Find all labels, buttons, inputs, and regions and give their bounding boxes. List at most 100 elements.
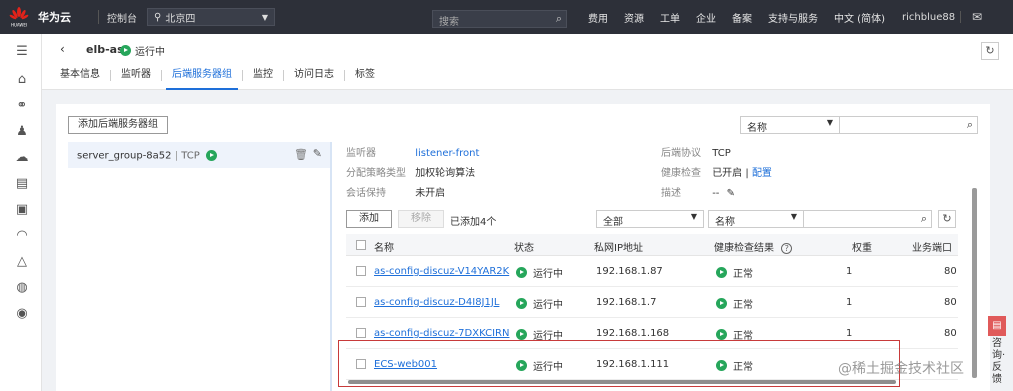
page-header: ‹ elb-as 运行中 ↻ 基本信息 监听器 后端服务器组 监控 访问日志 标… bbox=[42, 34, 1013, 90]
add-server-button[interactable]: 添加 bbox=[346, 210, 392, 228]
topbar-link-support[interactable]: 支持与服务 bbox=[760, 10, 826, 25]
health-config-link[interactable]: 配置 bbox=[752, 168, 772, 179]
add-backend-group-button[interactable]: 添加后端服务器组 bbox=[68, 116, 168, 134]
info-value: 加权轮询算法 bbox=[415, 168, 476, 179]
topbar-link-resource[interactable]: 资源 bbox=[616, 10, 652, 25]
globe-icon[interactable]: ◍ bbox=[14, 280, 30, 296]
storage-icon[interactable]: ▣ bbox=[14, 202, 30, 218]
remove-server-button[interactable]: 移除 bbox=[398, 210, 444, 228]
tab-access-logs[interactable]: 访问日志 bbox=[284, 68, 344, 90]
feedback-icon[interactable]: ▤ bbox=[988, 316, 1006, 336]
column-header-name[interactable]: 名称 bbox=[374, 239, 394, 254]
search-icon[interactable]: ⌕ bbox=[967, 118, 973, 132]
brand-logo[interactable]: HUAWEI 华为云 bbox=[0, 6, 90, 28]
info-key: 健康检查 bbox=[661, 168, 701, 179]
column-header-health-label: 健康检查结果 bbox=[714, 243, 774, 254]
server-name-link[interactable]: as-config-discuz-D4I8J1JL bbox=[374, 297, 499, 308]
server-ip: 192.168.1.7 bbox=[596, 297, 657, 308]
cloud-outline-icon[interactable]: ◠ bbox=[14, 228, 30, 244]
info-value: -- bbox=[712, 188, 720, 199]
topbar-link-icp[interactable]: 备案 bbox=[724, 10, 760, 25]
server-group-protocol: TCP bbox=[181, 150, 200, 162]
home-icon[interactable]: ⌂ bbox=[14, 72, 30, 88]
tab-basic-info[interactable]: 基本信息 bbox=[50, 68, 110, 90]
info-value: 未开启 bbox=[415, 188, 446, 199]
row-checkbox[interactable] bbox=[356, 328, 366, 338]
column-header-status[interactable]: 状态 bbox=[514, 239, 534, 254]
menu-icon[interactable]: ☰ bbox=[14, 44, 30, 60]
help-icon[interactable]: ? bbox=[781, 243, 793, 254]
user-menu[interactable]: richblue88 bbox=[902, 12, 955, 23]
health-result: 正常 bbox=[716, 296, 753, 311]
region-label: 北京四 bbox=[165, 13, 196, 25]
group-filter-select[interactable]: 名称 ▼ bbox=[740, 116, 840, 134]
back-arrow-icon[interactable]: ‹ bbox=[60, 42, 65, 56]
column-header-ip[interactable]: 私网IP地址 bbox=[594, 239, 643, 254]
server-search-input[interactable]: ⌕ bbox=[804, 210, 932, 228]
server-name-link[interactable]: as-config-discuz-V14YAR2K bbox=[374, 266, 509, 277]
info-key: 分配策略类型 bbox=[346, 168, 406, 179]
topbar-link-enterprise[interactable]: 企业 bbox=[688, 10, 724, 25]
column-header-health[interactable]: 健康检查结果 ? bbox=[714, 239, 793, 254]
info-key: 会话保持 bbox=[346, 188, 386, 199]
health-ok-icon bbox=[716, 267, 727, 278]
edit-icon[interactable]: ✎ bbox=[313, 147, 322, 160]
left-nav: ☰ ⌂ ⚭ ♟ ☁ ▤ ▣ ◠ △ ◍ ◉ bbox=[0, 34, 42, 391]
tab-backend-server-groups[interactable]: 后端服务器组 bbox=[162, 68, 242, 90]
status-filter-select[interactable]: 全部 ▼ bbox=[596, 210, 704, 228]
mail-icon[interactable]: ✉ bbox=[972, 10, 982, 24]
watermark: @稀土掘金技术社区 bbox=[838, 361, 964, 377]
topbar-link-fee[interactable]: 费用 bbox=[580, 10, 616, 25]
detail-tabs: 基本信息 监听器 后端服务器组 监控 访问日志 标签 bbox=[50, 68, 385, 90]
row-checkbox[interactable] bbox=[356, 297, 366, 307]
network-icon[interactable]: △ bbox=[14, 254, 30, 270]
select-all-checkbox[interactable] bbox=[356, 240, 366, 250]
cloud-icon[interactable]: ☁ bbox=[14, 150, 30, 166]
row-checkbox[interactable] bbox=[356, 266, 366, 276]
server-filter-select[interactable]: 名称 ▼ bbox=[708, 210, 804, 228]
refresh-button[interactable]: ↻ bbox=[938, 210, 956, 228]
info-listener: 监听器 listener-front bbox=[346, 144, 479, 159]
server-name-link[interactable]: as-config-discuz-7DXKCIRN bbox=[374, 328, 509, 339]
global-search-input[interactable]: 搜索 ⌕ bbox=[432, 10, 567, 28]
server-ip: 192.168.1.87 bbox=[596, 266, 663, 277]
feedback-label[interactable]: 咨询·反馈 bbox=[992, 338, 1006, 386]
topbar-link-ticket[interactable]: 工单 bbox=[652, 10, 688, 25]
topbar-link-language[interactable]: 中文 (简体) bbox=[826, 10, 893, 25]
group-search-input[interactable]: ⌕ bbox=[840, 116, 978, 134]
info-protocol: 后端协议 TCP bbox=[661, 144, 731, 159]
edit-icon[interactable]: ✎ bbox=[727, 188, 735, 199]
top-bar: HUAWEI 华为云 控制台 ⚲ 北京四 ▼ 搜索 ⌕ 费用 资源 工单 企业 … bbox=[0, 0, 1013, 34]
compass-icon[interactable]: ◉ bbox=[14, 306, 30, 322]
server-group-item[interactable]: server_group-8a52 | TCP 🗑 ✎ bbox=[68, 142, 330, 168]
tab-monitoring[interactable]: 监控 bbox=[243, 68, 283, 90]
cluster-icon[interactable]: ⚭ bbox=[14, 98, 30, 114]
info-health: 健康检查 已开启 | 配置 bbox=[661, 164, 772, 179]
console-link[interactable]: 控制台 bbox=[107, 10, 137, 25]
info-algorithm: 分配策略类型 加权轮询算法 bbox=[346, 164, 475, 179]
column-header-weight[interactable]: 权重 bbox=[852, 239, 872, 254]
tab-listeners[interactable]: 监听器 bbox=[111, 68, 161, 90]
refresh-button[interactable]: ↻ bbox=[981, 42, 999, 60]
health-result-text: 正常 bbox=[733, 269, 753, 280]
search-icon[interactable]: ⌕ bbox=[556, 12, 562, 26]
tab-tags[interactable]: 标签 bbox=[345, 68, 385, 90]
search-placeholder: 搜索 bbox=[439, 17, 459, 28]
vertical-scrollbar[interactable] bbox=[972, 188, 977, 378]
listener-link[interactable]: listener-front bbox=[415, 148, 479, 159]
server-weight: 1 bbox=[846, 297, 853, 308]
server-ip: 192.168.1.168 bbox=[596, 328, 670, 339]
search-icon[interactable]: ⌕ bbox=[921, 212, 927, 226]
trash-icon[interactable]: 🗑 bbox=[294, 148, 308, 161]
table-row[interactable]: as-config-discuz-V14YAR2K 运行中 192.168.1.… bbox=[346, 256, 958, 287]
info-value: 已开启 bbox=[712, 168, 743, 179]
users-icon[interactable]: ♟ bbox=[14, 124, 30, 140]
database-icon[interactable]: ▤ bbox=[14, 176, 30, 192]
column-header-port[interactable]: 业务端口 bbox=[912, 239, 952, 254]
server-port: 80 bbox=[944, 297, 957, 308]
location-pin-icon: ⚲ bbox=[154, 11, 162, 23]
running-status-icon bbox=[516, 298, 527, 309]
region-select[interactable]: ⚲ 北京四 ▼ bbox=[147, 8, 275, 26]
server-weight: 1 bbox=[846, 266, 853, 277]
table-row[interactable]: as-config-discuz-D4I8J1JL 运行中 192.168.1.… bbox=[346, 287, 958, 318]
